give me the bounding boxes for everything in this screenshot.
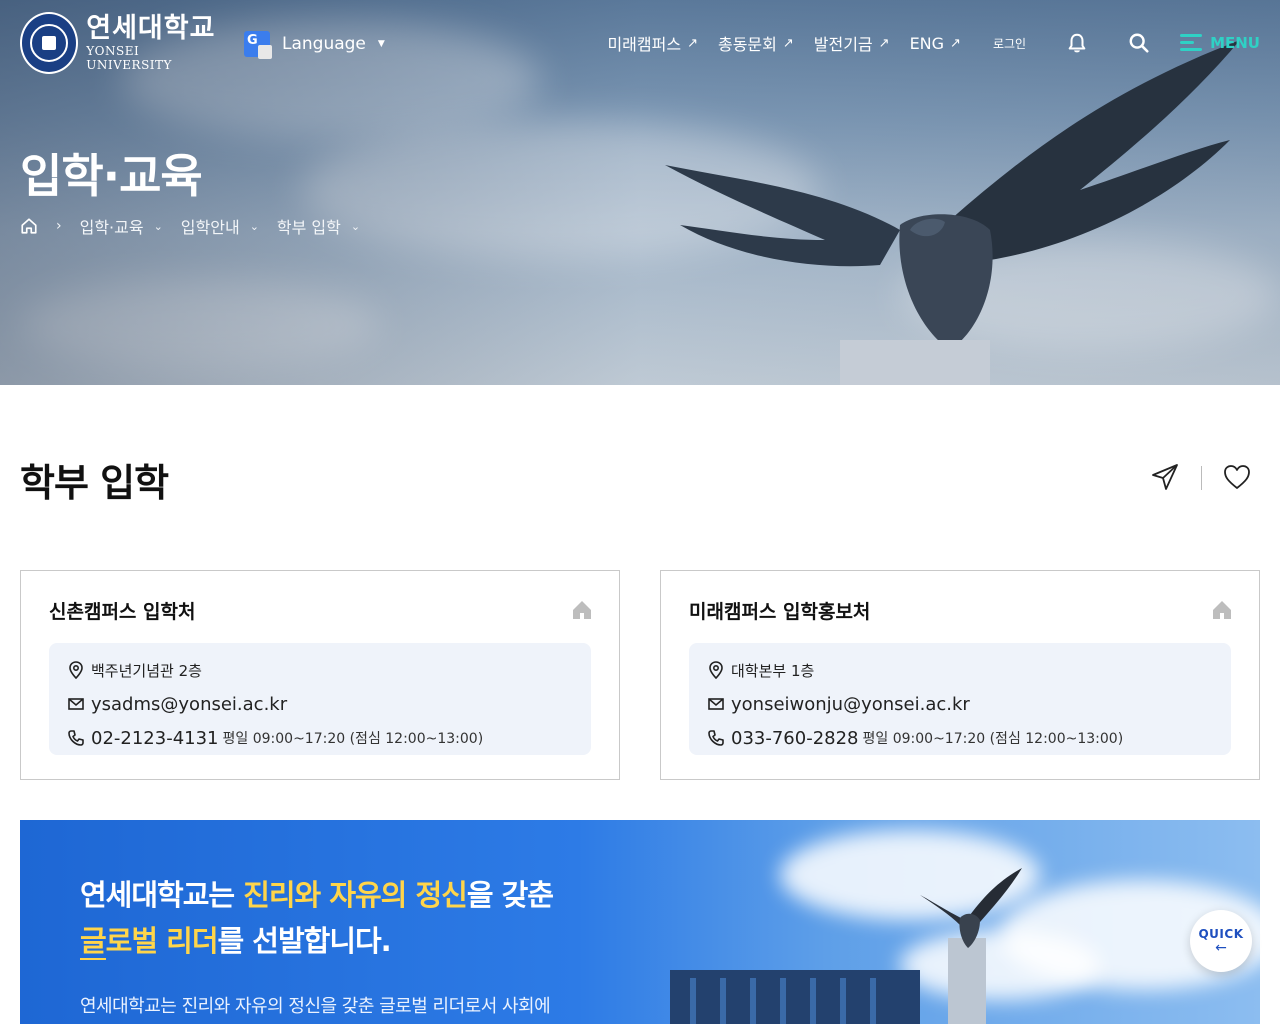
headline-text: 을 갖춘: [466, 878, 554, 912]
headline-text: 연세대학교는: [80, 878, 244, 912]
phone-number[interactable]: 02-2123-4131: [91, 728, 219, 749]
login-link[interactable]: 로그인: [993, 35, 1026, 52]
logo-korean-text: 연세대학교: [86, 13, 216, 44]
headline-highlight: 글로벌 리더: [80, 924, 218, 958]
divider: [1201, 466, 1202, 490]
external-link-icon: ↗: [782, 35, 794, 51]
building-image: [670, 970, 920, 1024]
phone-icon: [68, 730, 84, 746]
breadcrumb-item-admission-education[interactable]: 입학·교육 ⌄: [80, 214, 163, 238]
nav-link-label: 발전기금: [813, 35, 873, 54]
chevron-down-icon: ⌄: [249, 219, 259, 233]
location-row: 백주년기념관 2층: [67, 653, 573, 687]
utility-nav: 미래캠퍼스 ↗ 총동문회 ↗ 발전기금 ↗ ENG ↗ 로그인 MENU: [587, 26, 1260, 60]
mail-icon: [68, 698, 84, 710]
paper-plane-icon[interactable]: [1150, 462, 1180, 492]
admission-office-card-sinchon: 신촌캠퍼스 입학처 백주년기념관 2층 ysadms@yonsei.ac.kr …: [20, 570, 620, 780]
headline-text: 를 선발합니다.: [217, 924, 392, 958]
search-icon[interactable]: [1128, 32, 1150, 54]
heart-icon[interactable]: [1222, 462, 1252, 492]
top-navigation-bar: 연세대학교 YONSEI UNIVERSITY Language ▼ 미래캠퍼스…: [0, 0, 1280, 86]
home-icon[interactable]: [571, 599, 593, 621]
banner-headline: 연세대학교는 진리와 자유의 정신을 갖춘 글로벌 리더를 선발합니다.: [80, 872, 554, 964]
breadcrumb-item-admission-guide[interactable]: 입학안내 ⌄: [181, 214, 259, 238]
nav-link-alumni[interactable]: 총동문회 ↗: [718, 31, 794, 55]
breadcrumb: › 입학·교육 ⌄ 입학안내 ⌄ 학부 입학 ⌄: [20, 212, 378, 240]
chevron-down-icon: ⌄: [153, 219, 163, 233]
phone-number[interactable]: 033-760-2828: [731, 728, 859, 749]
breadcrumb-label: 입학안내: [180, 218, 240, 237]
map-pin-icon: [69, 661, 83, 679]
email-row: yonseiwonju@yonsei.ac.kr: [707, 687, 1213, 721]
map-pin-icon: [709, 661, 723, 679]
contact-info-box: 대학본부 1층 yonseiwonju@yonsei.ac.kr 033-760…: [689, 643, 1231, 755]
location-row: 대학본부 1층: [707, 653, 1213, 687]
breadcrumb-label: 입학·교육: [79, 218, 144, 237]
logo-english-text: YONSEI UNIVERSITY: [86, 44, 172, 72]
admission-philosophy-banner: 연세대학교는 진리와 자유의 정신을 갖춘 글로벌 리더를 선발합니다. 연세대…: [20, 820, 1260, 1024]
location-text: 백주년기념관 2층: [91, 661, 202, 680]
headline-highlight: 진리와 자유의 정신: [243, 878, 468, 912]
mail-icon: [708, 698, 724, 710]
bell-icon[interactable]: [1066, 32, 1088, 54]
home-icon[interactable]: [20, 217, 38, 235]
external-link-icon: ↗: [878, 35, 890, 51]
language-selector[interactable]: Language ▼: [244, 30, 385, 59]
email-link[interactable]: yonseiwonju@yonsei.ac.kr: [731, 694, 970, 715]
phone-row: 033-760-2828 평일 09:00~17:20 (점심 12:00~13…: [707, 721, 1213, 755]
menu-label: MENU: [1210, 34, 1260, 52]
quick-label: QUICK: [1198, 927, 1244, 941]
nav-link-label: 총동문회: [717, 35, 777, 54]
email-link[interactable]: ysadms@yonsei.ac.kr: [91, 694, 287, 715]
office-hours: 평일 09:00~17:20 (점심 12:00~13:00): [862, 731, 1124, 747]
location-text: 대학본부 1층: [731, 661, 815, 680]
card-title: 미래캠퍼스 입학홍보처: [689, 601, 871, 623]
hero-banner: 연세대학교 YONSEI UNIVERSITY Language ▼ 미래캠퍼스…: [0, 0, 1280, 385]
nav-link-fund[interactable]: 발전기금 ↗: [814, 31, 890, 55]
home-icon[interactable]: [1211, 599, 1233, 621]
external-link-icon: ↗: [950, 35, 961, 51]
nav-link-eng[interactable]: ENG ↗: [910, 34, 961, 53]
menu-button[interactable]: MENU: [1180, 34, 1260, 52]
arrow-left-icon: ←: [1215, 940, 1227, 956]
nav-link-mirae-campus[interactable]: 미래캠퍼스 ↗: [607, 31, 698, 55]
language-label: Language: [282, 34, 366, 54]
phone-row: 02-2123-4131 평일 09:00~17:20 (점심 12:00~13…: [67, 721, 573, 755]
breadcrumb-label: 학부 입학: [276, 218, 341, 237]
hamburger-icon: [1180, 34, 1204, 52]
contact-info-box: 백주년기념관 2층 ysadms@yonsei.ac.kr 02-2123-41…: [49, 643, 591, 755]
statue-pillar-image: [948, 938, 986, 1024]
nav-link-label: ENG: [909, 33, 945, 53]
office-hours: 평일 09:00~17:20 (점심 12:00~13:00): [222, 731, 484, 747]
chevron-right-icon: ›: [56, 218, 62, 234]
nav-link-label: 미래캠퍼스: [607, 35, 682, 54]
caret-down-icon: ▼: [377, 39, 385, 49]
page-title: 학부 입학: [20, 461, 169, 505]
yonsei-logo[interactable]: 연세대학교 YONSEI UNIVERSITY: [20, 12, 220, 74]
university-seal-icon: [20, 12, 79, 74]
eagle-statue-image: [920, 868, 1022, 948]
banner-description: 연세대학교는 진리와 자유의 정신을 갖춘 글로벌 리더로서 사회에: [80, 996, 551, 1017]
hero-title: 입학·교육: [20, 149, 203, 203]
breadcrumb-item-undergraduate[interactable]: 학부 입학 ⌄: [277, 214, 360, 238]
headline-underline: [80, 958, 106, 960]
email-row: ysadms@yonsei.ac.kr: [67, 687, 573, 721]
card-title: 신촌캠퍼스 입학처: [49, 601, 196, 623]
google-translate-icon: [244, 31, 272, 59]
quick-menu-button[interactable]: QUICK ←: [1190, 910, 1252, 972]
admission-office-card-mirae: 미래캠퍼스 입학홍보처 대학본부 1층 yonseiwonju@yonsei.a…: [660, 570, 1260, 780]
chevron-down-icon: ⌄: [350, 219, 361, 233]
phone-icon: [708, 730, 724, 746]
external-link-icon: ↗: [687, 35, 698, 51]
